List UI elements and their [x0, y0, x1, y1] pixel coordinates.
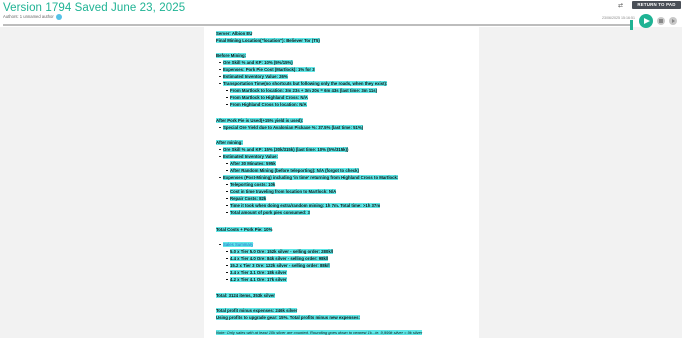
- doc-line: Final Mining Location("location"): Belie…: [216, 38, 320, 43]
- doc-line: Sales Summary: [218, 242, 254, 247]
- doc-line: 4.2 x Tier 4.1 Ore: 17k silver: [226, 277, 287, 282]
- doc-line: 4.4 x Tier 4.0 Ore: 84k silver - selling…: [225, 256, 329, 261]
- doc-line: Ore Skill % and KP: 15% (30k/315k) (last…: [218, 147, 349, 152]
- doc-line: Repair Costs: 82k: [225, 196, 267, 201]
- doc-line: Ore Skill % and KP: 10% (5%/15%): [219, 60, 293, 65]
- doc-line: Total: 3124 items, 353k silver: [216, 293, 275, 298]
- timeline-slider[interactable]: [3, 20, 633, 30]
- step-back-button[interactable]: [657, 17, 665, 25]
- doc-line: Before Mining:: [216, 53, 247, 58]
- doc-line: After 30 Minutes: 595k: [226, 161, 276, 166]
- doc-line: After Pork Pie is Used(+15% yield is use…: [216, 118, 304, 123]
- doc-line: After Random Mining (before teleporting)…: [226, 168, 359, 173]
- doc-line: Note: Only sales with at least 10k silve…: [216, 330, 423, 335]
- doc-line: Estimated Inventory Value: 26%: [219, 74, 288, 79]
- authors-label: Authors: 1 unnamed author: [3, 14, 54, 20]
- authors-info: Authors: 1 unnamed author: [3, 14, 62, 20]
- return-to-pad-button[interactable]: RETURN TO PAD: [632, 1, 681, 9]
- doc-line: Time it took when doing extra/random min…: [225, 203, 381, 208]
- doc-line: From Martlock to Highland Cross: N/A: [226, 95, 308, 100]
- play-button[interactable]: [639, 14, 653, 28]
- version-title: Version 1794 Saved June 23, 2025: [3, 2, 186, 14]
- doc-line: 3.4 x Tier 3.1 Ore: 18k silver: [226, 270, 287, 275]
- doc-line: 15.2 x Tier 3 Ore: 122k silver - selling…: [226, 263, 330, 268]
- author-color-dot: [55, 14, 62, 20]
- doc-line: After mining:: [216, 140, 243, 145]
- history-icon[interactable]: ⇄: [618, 2, 623, 9]
- doc-line: Total profit minus expenses: 246k silver: [216, 308, 298, 313]
- doc-line: Expenses (Post-Mining) including 'in tim…: [218, 175, 399, 180]
- doc-line: Expenses: Pork Pie Cost (Martlock): 1% f…: [219, 67, 315, 72]
- doc-line: Using profits to upgrade gear: 15%. Tota…: [216, 315, 360, 320]
- doc-line: Total amount of pork pies consumed: 3: [226, 210, 310, 215]
- timeline-track: [3, 24, 631, 26]
- doc-line: Estimated Inventory Value:: [219, 154, 278, 159]
- doc-line: Special Ore Yield due to Avalonian Picka…: [218, 125, 364, 130]
- doc-line: From Martlock to location: 3m 23s + 3m 2…: [225, 88, 378, 93]
- doc-line: Total Costs + Pork Pie: 10%: [216, 227, 273, 232]
- doc-line: Cost in time traveling from location to …: [225, 189, 337, 194]
- doc-line: 5.0 x Tier 5.0 Ore: 152k silver - sellin…: [225, 249, 334, 254]
- doc-line: Transportation Time(no shortcuts but fol…: [218, 81, 388, 86]
- doc-line: Teleporting costs: 10k: [225, 182, 276, 187]
- timeline-handle[interactable]: [630, 20, 633, 30]
- top-bar: Version 1794 Saved June 23, 2025 Authors…: [0, 0, 682, 30]
- doc-line: Server: Albion EU: [216, 31, 253, 36]
- document-page: Server: Albion EU Final Mining Location(…: [204, 27, 479, 338]
- step-forward-button[interactable]: [669, 17, 677, 25]
- doc-line: From Highland Cross to location: N/A: [226, 102, 307, 107]
